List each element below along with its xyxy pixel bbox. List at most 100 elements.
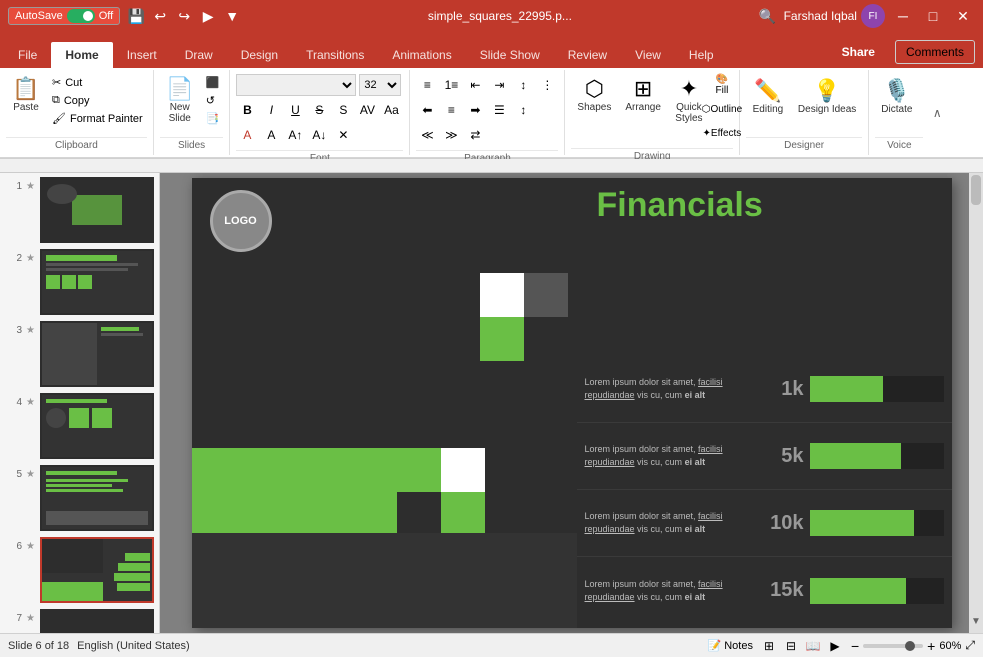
slide-thumb-3[interactable]: 3 ★ — [4, 321, 155, 387]
tab-draw[interactable]: Draw — [171, 42, 227, 68]
align-left-button[interactable]: ⬅ — [416, 99, 438, 121]
slide-thumb-6[interactable]: 6 ★ — [4, 537, 155, 603]
tab-animations[interactable]: Animations — [378, 42, 465, 68]
slide-panel-scroll[interactable]: 1 ★ 2 ★ — [0, 173, 159, 633]
slide-img-5[interactable] — [40, 465, 154, 531]
arrange-icon: ⊞ — [634, 78, 652, 100]
shadow-button[interactable]: S — [332, 99, 354, 121]
comments-button[interactable]: Comments — [895, 40, 975, 64]
zoom-in-button[interactable]: + — [927, 638, 935, 654]
tab-home[interactable]: Home — [51, 42, 112, 68]
font-color-button[interactable]: A — [236, 124, 258, 146]
slideshow-button[interactable]: ▶ — [825, 637, 845, 655]
tab-insert[interactable]: Insert — [113, 42, 171, 68]
save-button[interactable]: 💾 — [126, 6, 146, 26]
font-size-grow-button[interactable]: A↑ — [284, 124, 306, 146]
slide-thumb-1[interactable]: 1 ★ — [4, 177, 155, 243]
dictate-button[interactable]: 🎙️ Dictate — [875, 74, 918, 119]
slide-thumb-7[interactable]: 7 ★ — [4, 609, 155, 633]
shape-outline-button[interactable]: ⬡Outline — [711, 98, 733, 120]
slide-img-1[interactable] — [40, 177, 154, 243]
line-spacing-button[interactable]: ↕ — [512, 99, 534, 121]
change-case-button[interactable]: Aa — [380, 99, 402, 121]
design-ideas-label: Design Ideas — [798, 104, 856, 115]
slide-thumb-4[interactable]: 4 ★ — [4, 393, 155, 459]
tab-slideshow[interactable]: Slide Show — [466, 42, 554, 68]
align-center-button[interactable]: ≡ — [440, 99, 462, 121]
slide-img-3[interactable] — [40, 321, 154, 387]
fit-slide-button[interactable]: ⤢ — [965, 638, 975, 653]
zoom-slider[interactable] — [863, 644, 923, 648]
tab-transitions[interactable]: Transitions — [292, 42, 378, 68]
char-spacing-button[interactable]: AV — [356, 99, 378, 121]
section-button[interactable]: 📑 — [202, 110, 224, 127]
tab-review[interactable]: Review — [554, 42, 621, 68]
canvas-area[interactable]: LOGO Financials Lorem ipsum dolor sit am… — [160, 173, 983, 633]
zoom-out-button[interactable]: − — [851, 638, 859, 654]
text-direction-button[interactable]: ↕ — [512, 74, 534, 96]
more-tools-button[interactable]: ▼ — [222, 6, 242, 26]
font-size-shrink-button[interactable]: A↓ — [308, 124, 330, 146]
slide-thumb-5[interactable]: 5 ★ — [4, 465, 155, 531]
slide-img-6[interactable] — [40, 537, 154, 603]
decrease-indent-button[interactable]: ⇤ — [464, 74, 486, 96]
share-button[interactable]: Share — [828, 41, 889, 63]
editing-button[interactable]: ✏️ Editing — [746, 74, 790, 119]
close-button[interactable]: ✕ — [951, 4, 975, 28]
layout-button[interactable]: ⬛ — [202, 74, 224, 91]
slide-img-7[interactable] — [40, 609, 154, 633]
canvas-scrollbar-v[interactable] — [969, 173, 983, 609]
shape-fill-button[interactable]: 🎨Fill — [711, 74, 733, 96]
justify-button[interactable]: ☰ — [488, 99, 510, 121]
column-button[interactable]: ⋮ — [536, 74, 558, 96]
design-ideas-button[interactable]: 💡 Design Ideas — [792, 74, 862, 119]
align-right-button[interactable]: ➡ — [464, 99, 486, 121]
autosave-control[interactable]: AutoSave Off — [8, 7, 120, 25]
bold-button[interactable]: B — [236, 99, 258, 121]
new-slide-button[interactable]: 📄 NewSlide — [160, 74, 200, 128]
increase-list-button[interactable]: ≫ — [440, 124, 462, 146]
tab-help[interactable]: Help — [675, 42, 728, 68]
dictate-label: Dictate — [881, 104, 912, 115]
undo-button[interactable]: ↩ — [150, 6, 170, 26]
clear-format-button[interactable]: ✕ — [332, 124, 354, 146]
tab-design[interactable]: Design — [227, 42, 292, 68]
numbered-list-button[interactable]: 1≡ — [440, 74, 462, 96]
redo-button[interactable]: ↪ — [174, 6, 194, 26]
autosave-toggle[interactable] — [67, 9, 95, 23]
shapes-button[interactable]: ⬡ Shapes — [571, 74, 617, 117]
arrange-button[interactable]: ⊞ Arrange — [619, 74, 667, 117]
reading-view-button[interactable]: 📖 — [803, 637, 823, 655]
italic-button[interactable]: I — [260, 99, 282, 121]
font-family-select[interactable] — [236, 74, 356, 96]
increase-indent-button[interactable]: ⇥ — [488, 74, 510, 96]
reset-button[interactable]: ↺ — [202, 92, 224, 109]
tab-view[interactable]: View — [621, 42, 675, 68]
slide-img-2[interactable] — [40, 249, 154, 315]
strikethrough-button[interactable]: S — [308, 99, 330, 121]
slide-canvas[interactable]: LOGO Financials Lorem ipsum dolor sit am… — [192, 178, 952, 628]
slide-thumb-2[interactable]: 2 ★ — [4, 249, 155, 315]
notes-button[interactable]: 📝 Notes — [708, 639, 753, 652]
maximize-button[interactable]: □ — [921, 4, 945, 28]
tab-file[interactable]: File — [4, 42, 51, 68]
font-highlight-button[interactable]: A — [260, 124, 282, 146]
underline-button[interactable]: U — [284, 99, 306, 121]
cut-button[interactable]: ✂Cut — [48, 74, 147, 91]
quick-styles-button[interactable]: ✦ QuickStyles — [669, 74, 709, 128]
slide-sorter-button[interactable]: ⊟ — [781, 637, 801, 655]
minimize-button[interactable]: ─ — [891, 4, 915, 28]
search-button[interactable]: 🔍 — [758, 6, 778, 26]
slide-img-4[interactable] — [40, 393, 154, 459]
normal-view-button[interactable]: ⊞ — [759, 637, 779, 655]
present-button[interactable]: ▶ — [198, 6, 218, 26]
paste-button[interactable]: 📋 Paste — [6, 74, 46, 117]
decrease-list-button[interactable]: ≪ — [416, 124, 438, 146]
ribbon-collapse-button[interactable]: ∧ — [929, 70, 945, 155]
shape-effects-button[interactable]: ✦Effects — [711, 122, 733, 144]
font-size-select[interactable]: 32 — [359, 74, 401, 96]
format-paint-button[interactable]: 🖌Format Painter — [48, 110, 147, 127]
bullet-list-button[interactable]: ≡ — [416, 74, 438, 96]
copy-button[interactable]: ⧉Copy — [48, 92, 147, 109]
convert-button[interactable]: ⇄ — [464, 124, 486, 146]
